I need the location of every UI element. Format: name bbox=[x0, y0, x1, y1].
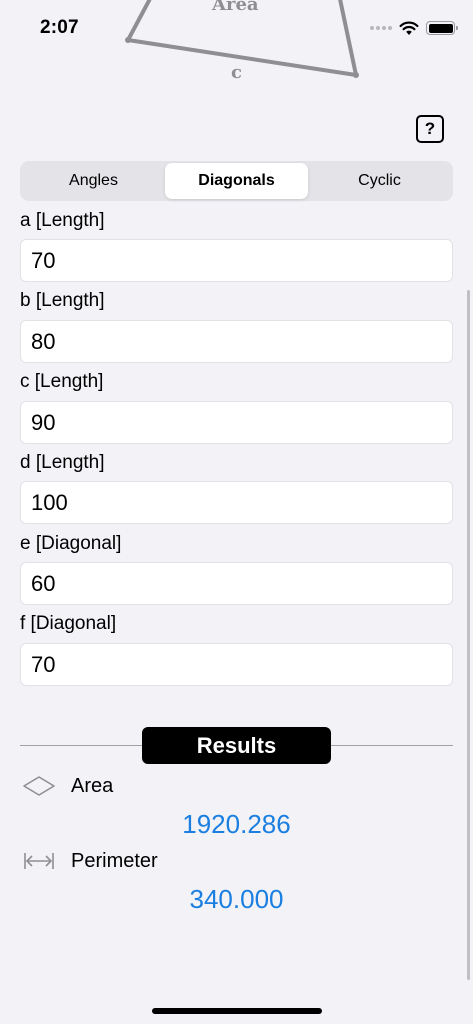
quadrilateral-figure: Area c bbox=[0, 0, 473, 100]
screen: Area c 2:07 ? Angles Diagonals Cyclic a … bbox=[0, 0, 473, 1024]
home-indicator[interactable] bbox=[152, 1008, 322, 1014]
field-e-label: e [Diagonal] bbox=[20, 533, 122, 554]
field-b-input[interactable]: 80 bbox=[20, 320, 453, 363]
status-icons bbox=[370, 18, 458, 38]
field-a-input[interactable]: 70 bbox=[20, 239, 453, 282]
field-b-label: b [Length] bbox=[20, 290, 105, 311]
field-d-input[interactable]: 100 bbox=[20, 481, 453, 524]
status-time: 2:07 bbox=[40, 17, 79, 38]
diamond-icon bbox=[23, 776, 55, 796]
field-f-input[interactable]: 70 bbox=[20, 643, 453, 686]
field-f-label: f [Diagonal] bbox=[20, 613, 117, 634]
cellular-signal-icon bbox=[370, 26, 392, 30]
field-d-label: d [Length] bbox=[20, 452, 105, 473]
wifi-icon bbox=[399, 21, 419, 35]
area-value: 1920.286 bbox=[182, 809, 291, 839]
segment-cyclic[interactable]: Cyclic bbox=[308, 163, 451, 199]
results-heading: Results bbox=[142, 727, 331, 764]
perimeter-label: Perimeter bbox=[71, 850, 158, 872]
quadrilateral-drawing bbox=[125, 0, 359, 78]
field-c-input[interactable]: 90 bbox=[20, 401, 453, 444]
area-label: Area bbox=[71, 775, 114, 797]
field-a-label: a [Length] bbox=[20, 210, 105, 231]
field-e-input[interactable]: 60 bbox=[20, 562, 453, 605]
scroll-indicator[interactable] bbox=[467, 290, 470, 980]
segment-diagonals[interactable]: Diagonals bbox=[165, 163, 308, 199]
figure-side-c-label: c bbox=[231, 62, 242, 83]
mode-segmented-control: Angles Diagonals Cyclic bbox=[20, 161, 453, 201]
figure-area-label: Area bbox=[212, 0, 259, 15]
battery-icon bbox=[426, 21, 458, 35]
horizontal-measure-icon bbox=[24, 853, 54, 869]
segment-angles[interactable]: Angles bbox=[22, 163, 165, 199]
field-c-label: c [Length] bbox=[20, 371, 104, 392]
perimeter-value: 340.000 bbox=[189, 884, 284, 914]
help-button[interactable]: ? bbox=[416, 115, 444, 143]
